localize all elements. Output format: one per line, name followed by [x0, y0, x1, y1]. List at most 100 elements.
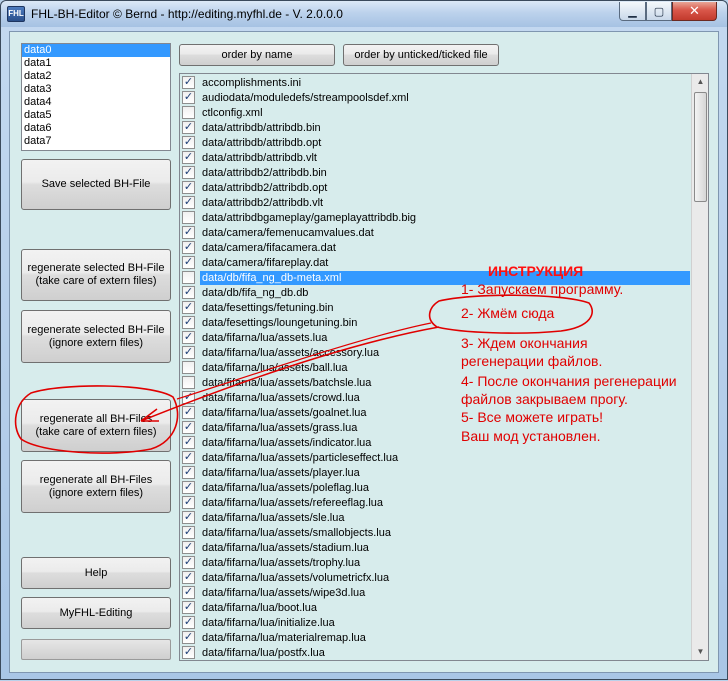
maximize-button[interactable]: ▢ [646, 2, 672, 21]
file-row[interactable]: ✓ data/fifarna/lua/assets/goalnet.lua [180, 405, 690, 420]
order-by-ticked-button[interactable]: order by unticked/ticked file [343, 44, 499, 66]
file-row[interactable]: ✓ data/attribdb2/attribdb.vlt [180, 195, 690, 210]
file-checkbox[interactable]: ✓ [182, 391, 195, 404]
order-by-name-button[interactable]: order by name [179, 44, 335, 66]
file-checkbox[interactable]: ✓ [182, 91, 195, 104]
file-checkbox[interactable]: ✓ [182, 301, 195, 314]
file-checkbox[interactable]: ✓ [182, 316, 195, 329]
data-listbox[interactable]: data0 data1 data2 data3 data4 data5 data6 data7 [21, 43, 171, 151]
file-checkbox[interactable]: ✓ [182, 556, 195, 569]
scroll-down-icon[interactable]: ▼ [693, 644, 708, 660]
file-checkbox[interactable]: ✓ [182, 541, 195, 554]
file-checkbox[interactable]: ✓ [182, 286, 195, 299]
file-checkbox[interactable] [182, 271, 195, 284]
data-list-item[interactable]: data3 [22, 83, 170, 96]
close-button[interactable]: ✕ [672, 2, 717, 21]
file-row[interactable]: ✓ data/fesettings/loungetuning.bin [180, 315, 690, 330]
scroll-up-icon[interactable]: ▲ [693, 74, 708, 90]
file-row[interactable]: ✓ data/fifarna/lua/assets/accessory.lua [180, 345, 690, 360]
file-checkbox[interactable]: ✓ [182, 406, 195, 419]
file-checkbox[interactable]: ✓ [182, 421, 195, 434]
file-checkbox[interactable]: ✓ [182, 511, 195, 524]
file-row[interactable]: ✓ data/fifarna/lua/assets/grass.lua [180, 420, 690, 435]
file-row[interactable]: ✓ data/camera/fifareplay.dat [180, 255, 690, 270]
data-list-item[interactable]: data7 [22, 135, 170, 148]
file-checkbox[interactable]: ✓ [182, 451, 195, 464]
file-row[interactable]: ✓ data/attribdb2/attribdb.bin [180, 165, 690, 180]
save-selected-button[interactable]: Save selected BH-File [21, 159, 171, 210]
file-checkbox[interactable]: ✓ [182, 601, 195, 614]
file-checkbox[interactable]: ✓ [182, 466, 195, 479]
file-row[interactable]: ✓ data/camera/fifacamera.dat [180, 240, 690, 255]
file-checkbox[interactable]: ✓ [182, 196, 195, 209]
file-checkbox[interactable]: ✓ [182, 256, 195, 269]
file-checkbox[interactable]: ✓ [182, 586, 195, 599]
data-list-item[interactable]: data2 [22, 70, 170, 83]
file-row[interactable]: ✓ data/attribdb/attribdb.vlt [180, 150, 690, 165]
file-checkbox[interactable]: ✓ [182, 631, 195, 644]
file-checkbox[interactable] [182, 361, 195, 374]
file-row[interactable]: ✓ data/fifarna/lua/assets/wipe3d.lua [180, 585, 690, 600]
data-list-item[interactable]: data1 [22, 57, 170, 70]
file-row[interactable]: ✓ data/fifarna/lua/assets/refereeflag.lua [180, 495, 690, 510]
file-row[interactable]: ✓ data/fifarna/lua/assets/player.lua [180, 465, 690, 480]
file-checkbox[interactable]: ✓ [182, 346, 195, 359]
file-checkbox[interactable] [182, 376, 195, 389]
file-row[interactable]: ✓ data/fesettings/fetuning.bin [180, 300, 690, 315]
file-checkbox[interactable] [182, 211, 195, 224]
file-row[interactable]: ✓ data/fifarna/lua/materialremap.lua [180, 630, 690, 645]
file-row[interactable]: ✓ data/fifarna/lua/assets/trophy.lua [180, 555, 690, 570]
file-checkbox[interactable]: ✓ [182, 151, 195, 164]
file-row[interactable]: ctlconfig.xml [180, 105, 690, 120]
file-row[interactable]: ✓ data/fifarna/lua/assets/indicator.lua [180, 435, 690, 450]
file-row[interactable]: ✓ data/fifarna/lua/assets/volumetricfx.lu… [180, 570, 690, 585]
file-row[interactable]: data/attribdbgameplay/gameplayattribdb.b… [180, 210, 690, 225]
file-checkbox[interactable]: ✓ [182, 241, 195, 254]
data-list-item[interactable]: data6 [22, 122, 170, 135]
file-checkbox[interactable]: ✓ [182, 616, 195, 629]
file-checkbox[interactable]: ✓ [182, 76, 195, 89]
file-row[interactable]: ✓ data/fifarna/lua/assets/stadium.lua [180, 540, 690, 555]
regenerate-selected-ignore-button[interactable]: regenerate selected BH-File (ignore exte… [21, 310, 171, 363]
data-list-item[interactable]: data5 [22, 109, 170, 122]
data-list-item[interactable]: data4 [22, 96, 170, 109]
scroll-thumb[interactable] [694, 92, 707, 202]
file-checklist[interactable]: ✓ data/fifarna/lua/postfx.lua ✓ data/fifarn… [179, 73, 709, 661]
file-row[interactable]: ✓ data/fifarna/lua/assets/sle.lua [180, 510, 690, 525]
file-checkbox[interactable]: ✓ [182, 166, 195, 179]
file-row[interactable]: ✓ accomplishments.ini [180, 75, 690, 90]
file-checkbox[interactable]: ✓ [182, 121, 195, 134]
file-checkbox[interactable]: ✓ [182, 436, 195, 449]
file-checkbox[interactable]: ✓ [182, 181, 195, 194]
file-checkbox[interactable]: ✓ [182, 331, 195, 344]
file-row[interactable]: ✓ data/fifarna/lua/postfx.lua [180, 645, 690, 660]
data-list-item[interactable]: data0 [22, 44, 170, 57]
file-row[interactable]: ✓ data/attribdb2/attribdb.opt [180, 180, 690, 195]
file-row[interactable]: ✓ data/camera/femenucamvalues.dat [180, 225, 690, 240]
file-checkbox[interactable]: ✓ [182, 496, 195, 509]
file-checkbox[interactable]: ✓ [182, 571, 195, 584]
file-row[interactable]: ✓ data/fifarna/lua/initialize.lua [180, 615, 690, 630]
myfhl-editing-button[interactable]: MyFHL-Editing [21, 597, 171, 629]
file-row[interactable]: ✓ data/attribdb/attribdb.opt [180, 135, 690, 150]
file-row[interactable]: ✓ data/fifarna/lua/assets/smallobjects.lu… [180, 525, 690, 540]
file-row[interactable]: ✓ audiodata/moduledefs/streampoolsdef.xml [180, 90, 690, 105]
regenerate-selected-care-button[interactable]: regenerate selected BH-File (take care o… [21, 249, 171, 301]
file-checkbox[interactable]: ✓ [182, 526, 195, 539]
file-row[interactable]: ✓ data/fifarna/lua/assets.lua [180, 330, 690, 345]
minimize-button[interactable]: ▁ [619, 2, 646, 21]
file-row[interactable]: ✓ data/fifarna/lua/assets/poleflag.lua [180, 480, 690, 495]
file-row[interactable]: ✓ data/attribdb/attribdb.bin [180, 120, 690, 135]
regenerate-all-ignore-button[interactable]: regenerate all BH-Files (ignore extern f… [21, 460, 171, 513]
file-row[interactable]: ✓ data/fifarna/lua/boot.lua [180, 600, 690, 615]
regenerate-all-care-button[interactable]: regenerate all BH-Files (take care of ex… [21, 399, 171, 452]
file-checkbox[interactable] [182, 106, 195, 119]
title-bar[interactable]: FHL FHL-BH-Editor © Bernd - http://editi… [1, 1, 727, 27]
file-checkbox[interactable]: ✓ [182, 646, 195, 659]
help-button[interactable]: Help [21, 557, 171, 589]
file-checkbox[interactable]: ✓ [182, 481, 195, 494]
vertical-scrollbar[interactable]: ▲ ▼ [691, 74, 708, 660]
file-checkbox[interactable]: ✓ [182, 226, 195, 239]
file-row[interactable]: ✓ data/fifarna/lua/assets/particleseffect… [180, 450, 690, 465]
file-checkbox[interactable]: ✓ [182, 136, 195, 149]
